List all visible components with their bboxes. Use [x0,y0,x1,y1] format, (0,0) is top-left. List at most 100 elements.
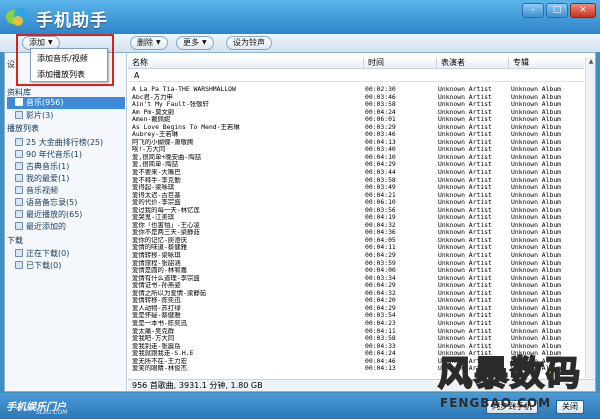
filter-input[interactable]: A [128,70,584,82]
song-name: 爱情旅程-张韶涵 [132,259,181,267]
playlist-icon [15,150,23,158]
chevron-down-icon: ▼ [156,39,161,46]
sidebar-item-label: 正在下载(0) [26,249,70,258]
song-name: 爱人动物-苏打绿 [132,304,181,312]
song-name: 爱哭鬼-江美琪 [132,214,175,222]
vertical-scrollbar[interactable]: ▲ [585,57,595,378]
playlist-icon [15,198,23,206]
watermark-latin: FENGBAO.COM [440,396,552,410]
music-icon [15,98,23,106]
more-button[interactable]: 更多 ▼ [176,36,214,50]
sidebar-item-playlist[interactable]: 古典音乐(1) [15,161,123,173]
song-name: 爱你「也害怕」-王心凌 [132,221,200,229]
column-header-time[interactable]: 时间 [364,57,384,69]
sidebar-item-playlist[interactable]: 90 年代音乐(1) [15,149,123,161]
song-name: 爱情转移-梁咏琪 [132,252,181,260]
sidebar-item-label: 最近播放的(65) [26,210,83,219]
song-name: 爱太痛-吴克群 [132,327,175,335]
set-ringtone-button[interactable]: 设为铃声 [226,36,272,50]
song-list-panel: 名称 时间 表演者 专辑 A A La Pa Tia-THE WARSHMALL… [128,53,595,391]
main-panel: 设 资料库 音乐(956) 影片(3) 播放列表 25 大金曲排行榜(25) 9… [4,52,596,392]
annotation-highlight-box [16,34,114,86]
song-table-body: A La Pa Tia-THE WARSHMALLOW 00:02:30 Unkno… [128,86,584,378]
song-name: 爱过我的每一天-林忆莲 [132,206,200,214]
app-title: 手机助手 [36,11,108,31]
sidebar-section-playlists: 播放列表 [7,124,39,133]
song-name: 爱是怀疑-蔡健雅 [132,312,181,320]
song-name: Amen-戴佩妮 [132,116,171,124]
playlist-icon [15,162,23,170]
sidebar-item-label: 最近添加的 [26,222,66,231]
song-name: Abc君-方力申 [132,93,173,101]
playlist-icon [15,138,23,146]
sidebar-item-playlist[interactable]: 25 大金曲排行榜(25) [15,137,123,149]
playlist-icon [15,222,23,230]
scroll-up-icon[interactable]: ▲ [586,57,596,67]
song-name: Am Pm-莫文蔚 [132,108,175,116]
song-name: 爱你不是两三天-梁静茹 [132,229,200,237]
song-name: 阿飞的小蝴蝶-萧敬腾 [132,138,194,146]
delete-button-label: 删除 [137,38,153,47]
sidebar-item-label: 25 大金曲排行榜(25) [26,138,104,147]
song-name: 爱我就跟我走-S.H.E [132,350,194,358]
brand-subtext: SL8U.COM [36,409,68,416]
sidebar-item-playlist[interactable]: 最近播放的(65) [15,209,123,221]
download-done-icon [15,261,23,269]
watermark-logo: 风暴数码 FENGBAO.COM [418,344,600,419]
sidebar-item-label: 音乐(956) [26,98,64,107]
table-header: 名称 时间 表演者 专辑 [128,57,584,69]
sidebar-item-music[interactable]: 音乐(956) [7,97,125,109]
sidebar-item-movies[interactable]: 影片(3) [15,110,123,122]
song-name: As Love Begins To Mend-王若琳 [132,123,240,131]
song-name: 唉!-方大同 [132,146,166,154]
column-header-album[interactable]: 专辑 [509,57,529,69]
column-header-artist[interactable]: 表演者 [437,57,465,69]
song-name: 爱笑的眼睛-林俊杰 [132,365,187,373]
song-name: 爱情的味道-蔡健雅 [132,244,187,252]
maximize-button[interactable]: □ [546,3,568,18]
minimize-button[interactable]: – [522,3,544,18]
sidebar-item-downloaded[interactable]: 已下载(0) [15,260,123,272]
sidebar-item-downloading[interactable]: 正在下载(0) [15,248,123,260]
window-controls: – □ × [522,3,596,18]
more-button-label: 更多 [183,38,199,47]
movie-icon [15,111,23,119]
song-name: A La Pa Tia-THE WARSHMALLOW [132,86,236,93]
playlist-icon [15,210,23,218]
app-logo-icon [6,8,28,26]
song-name: 爱无所不在-王力宏 [132,357,187,365]
song-name: 爱我吧-方大同 [132,335,175,343]
song-name: 爱我别走-张震岳 [132,342,181,350]
sidebar-section-download: 下载 [7,236,23,245]
sidebar-item-playlist[interactable]: 最近添加的 [15,221,123,233]
chevron-down-icon: ▼ [202,39,207,46]
song-name: 爱你的记忆-庾澄庆 [132,236,187,244]
playlist-icon [15,186,23,194]
sidebar: 设 资料库 音乐(956) 影片(3) 播放列表 25 大金曲排行榜(25) 9… [5,53,127,391]
sidebar-item-label: 语音备忘录(5) [26,198,78,207]
song-name: 爱的代价-李宗盛 [132,199,181,207]
song-name: 爱情转移-陈奕迅 [132,297,181,305]
close-window-button[interactable]: × [570,3,596,18]
sidebar-item-playlist[interactable]: 我的最爱(1) [15,173,123,185]
sidebar-item-label: 影片(3) [26,111,54,120]
sidebar-item-label: 音乐视频 [26,186,58,195]
song-name: 爱情证书-孙燕姿 [132,282,181,290]
sidebar-item-playlist[interactable]: 音乐视频 [15,185,123,197]
download-icon [15,249,23,257]
app-window: 手机助手 – □ × 添加 ▼ 删除 ▼ 更多 ▼ 设为铃声 设 资料库 音乐(956… [0,0,600,419]
sidebar-item-label: 90 年代音乐(1) [26,150,83,159]
delete-button[interactable]: 删除 ▼ [130,36,168,50]
sidebar-item-label: 已下载(0) [26,261,62,270]
song-name: 爱不释手-李克勤 [132,176,181,184]
column-header-name[interactable]: 名称 [128,57,148,69]
song-name: Ain't My Fault-张敬轩 [132,101,209,109]
title-bar: 手机助手 – □ × [0,0,600,34]
sidebar-top-label: 设 [7,60,15,69]
song-name: 爱得起-梁咏琪 [132,184,175,192]
song-name: 爱情之所以为爱情-梁静茹 [132,289,207,297]
song-name: 爱,很简单+晚安曲-陶喆 [132,153,202,161]
song-time: 00:04:13 [365,364,396,373]
sidebar-item-playlist[interactable]: 语音备忘录(5) [15,197,123,209]
sidebar-item-label: 古典音乐(1) [26,162,70,171]
